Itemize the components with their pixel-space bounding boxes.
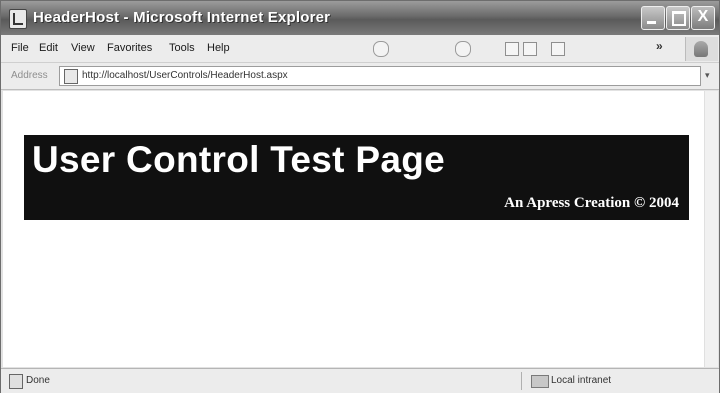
page-done-icon	[9, 374, 23, 389]
header-banner: User Control Test Page An Apress Creatio…	[24, 135, 689, 220]
intranet-icon	[531, 375, 549, 388]
menu-file[interactable]: File	[11, 42, 29, 54]
address-url[interactable]: http://localhost/UserControls/HeaderHost…	[82, 70, 288, 81]
menu-help[interactable]: Help	[207, 42, 230, 54]
address-bar: Address http://localhost/UserControls/He…	[1, 63, 719, 90]
menu-bar: File Edit View Favorites Tools Help »	[1, 35, 719, 63]
address-dropdown-icon[interactable]: ▾	[705, 70, 710, 81]
header-subtitle: An Apress Creation © 2004	[504, 195, 679, 211]
stop-icon[interactable]	[505, 42, 519, 56]
menu-tools[interactable]: Tools	[169, 42, 195, 54]
close-icon: X	[697, 8, 709, 25]
forward-icon[interactable]	[455, 41, 471, 57]
menu-favorites[interactable]: Favorites	[107, 42, 152, 54]
vertical-scrollbar[interactable]	[704, 91, 718, 367]
windows-logo-icon	[685, 37, 718, 61]
title-bar[interactable]: HeaderHost - Microsoft Internet Explorer…	[1, 1, 719, 35]
minimize-button[interactable]	[641, 6, 665, 30]
status-text: Done	[26, 375, 50, 386]
menu-edit[interactable]: Edit	[39, 42, 58, 54]
page-content: User Control Test Page An Apress Creatio…	[3, 91, 718, 367]
browser-window: HeaderHost - Microsoft Internet Explorer…	[0, 0, 720, 393]
address-input[interactable]: http://localhost/UserControls/HeaderHost…	[59, 66, 701, 86]
status-bar: Done Local intranet	[1, 368, 719, 393]
ie-icon	[9, 9, 27, 29]
status-divider	[521, 372, 522, 390]
menu-view[interactable]: View	[71, 42, 95, 54]
page-icon	[64, 69, 78, 84]
zone-text: Local intranet	[551, 375, 612, 386]
close-button[interactable]: X	[691, 6, 715, 30]
toolbar-overflow-icon[interactable]: »	[656, 39, 663, 53]
refresh-icon[interactable]	[523, 42, 537, 56]
window-title: HeaderHost - Microsoft Internet Explorer	[33, 9, 331, 26]
maximize-button[interactable]	[666, 6, 690, 30]
header-title: User Control Test Page	[32, 139, 446, 180]
address-label: Address	[11, 70, 48, 81]
home-icon[interactable]	[551, 42, 565, 56]
back-icon[interactable]	[373, 41, 389, 57]
